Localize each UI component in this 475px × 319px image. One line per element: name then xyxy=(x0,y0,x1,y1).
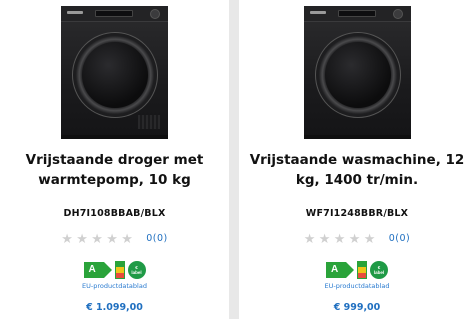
washing-machine-image xyxy=(303,6,411,139)
star-icon: ★ xyxy=(91,231,103,246)
star-icon: ★ xyxy=(61,231,73,246)
product-sku: WF7I1248BBR/BLX xyxy=(305,208,409,219)
eu-energy-logo-icon: € label xyxy=(127,261,146,279)
product-card[interactable]: Vrijstaande wasmachine, 12 kg, 1400 tr/m… xyxy=(239,0,475,319)
star-icon: ★ xyxy=(318,231,331,246)
rating[interactable]: ★ ★ ★ ★ ★ 0(0) xyxy=(0,232,229,245)
energy-class-badge: A xyxy=(326,262,354,278)
product-price: € 1.099,00 xyxy=(86,302,143,313)
dryer-image xyxy=(61,6,168,139)
product-image[interactable] xyxy=(239,0,475,140)
rating-count[interactable]: 0(0) xyxy=(146,233,168,244)
product-price: € 999,00 xyxy=(333,302,381,313)
star-icon: ★ xyxy=(76,231,88,246)
energy-label[interactable]: A € label xyxy=(0,261,229,279)
star-icon: ★ xyxy=(303,231,316,246)
star-icon: ★ xyxy=(106,231,118,246)
product-card[interactable]: Vrijstaande droger met warmtepomp, 10 kg… xyxy=(0,0,229,319)
energy-scale-icon xyxy=(357,261,367,279)
product-title[interactable]: Vrijstaande droger met warmtepomp, 10 kg xyxy=(8,150,221,190)
product-grid: Vrijstaande droger met warmtepomp, 10 kg… xyxy=(0,0,475,319)
product-title[interactable]: Vrijstaande wasmachine, 12 kg, 1400 tr/m… xyxy=(247,150,467,190)
star-icon: ★ xyxy=(363,231,376,246)
rating[interactable]: ★ ★ ★ ★ ★ 0(0) xyxy=(239,232,475,245)
star-icon: ★ xyxy=(348,231,361,246)
eu-product-sheet-link[interactable]: EU-productdatablad xyxy=(239,282,475,290)
star-icon: ★ xyxy=(333,231,346,246)
product-sku: DH7I108BBAB/BLX xyxy=(63,208,166,219)
energy-scale-icon xyxy=(114,261,125,279)
energy-class-badge: A xyxy=(83,262,112,278)
rating-count[interactable]: 0(0) xyxy=(389,233,411,244)
product-image[interactable] xyxy=(0,0,229,140)
eu-energy-logo-icon: € label xyxy=(370,261,388,279)
energy-label[interactable]: A € label xyxy=(239,261,475,279)
eu-product-sheet-link[interactable]: EU-productdatablad xyxy=(0,282,229,290)
star-icon: ★ xyxy=(121,231,133,246)
